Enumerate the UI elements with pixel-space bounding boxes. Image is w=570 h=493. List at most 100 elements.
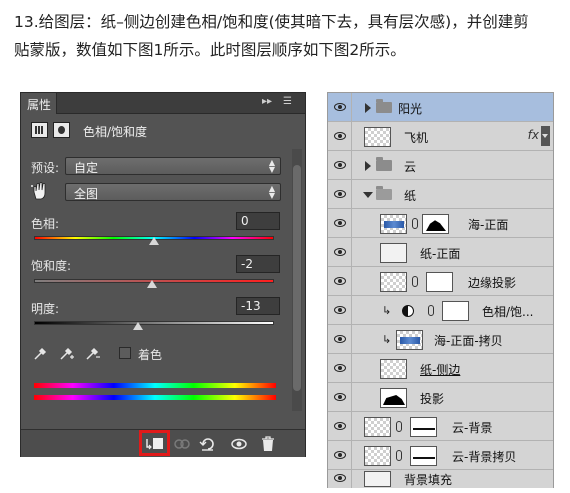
channel-dropdown[interactable]: 全图 ▲ ▼ bbox=[65, 183, 281, 201]
layer-row[interactable]: 纸-侧边 bbox=[328, 354, 553, 383]
eyedropper-icon[interactable] bbox=[33, 345, 49, 361]
layer-row[interactable]: 云-背景 bbox=[328, 412, 553, 441]
layer-row[interactable]: 纸 bbox=[328, 180, 553, 209]
eyedropper-add-icon[interactable] bbox=[59, 345, 75, 361]
visibility-toggle[interactable] bbox=[328, 209, 352, 237]
fx-icon[interactable]: fx bbox=[528, 128, 539, 142]
hue-slider-thumb[interactable] bbox=[149, 237, 159, 245]
layer-thumbnail bbox=[396, 330, 423, 350]
eye-icon bbox=[334, 474, 346, 482]
folder-icon bbox=[376, 157, 392, 171]
saturation-input[interactable]: -2 bbox=[236, 255, 280, 273]
visibility-toggle[interactable] bbox=[328, 267, 352, 295]
expand-arrow-icon[interactable] bbox=[365, 161, 371, 171]
layer-name: 云-背景拷贝 bbox=[452, 450, 517, 464]
link-icon[interactable] bbox=[428, 305, 434, 316]
visibility-toggle[interactable] bbox=[328, 383, 352, 411]
layer-row[interactable]: 飞机 fx bbox=[328, 122, 553, 151]
adjustment-icon[interactable] bbox=[31, 122, 48, 138]
visibility-toggle[interactable] bbox=[328, 180, 352, 208]
layers-panel: 阳光 飞机 fx 云 纸 海-正面 纸-正面 边缘投影 ↳ 色相/饱... ↳ … bbox=[327, 92, 554, 488]
instruction-line-2: 贴蒙版，数值如下图1所示。此时图层顺序如下图2所示。 bbox=[14, 41, 406, 59]
mask-thumbnail bbox=[442, 301, 469, 321]
visibility-toggle[interactable] bbox=[328, 412, 352, 440]
targeted-adjustment-hand-icon[interactable] bbox=[30, 181, 50, 201]
properties-scrollbar[interactable] bbox=[292, 149, 302, 411]
collapse-arrow-icon[interactable] bbox=[363, 192, 373, 198]
layer-name: 云 bbox=[404, 160, 417, 174]
layer-name: 边缘投影 bbox=[468, 276, 517, 290]
visibility-toggle[interactable] bbox=[328, 296, 352, 324]
layer-row[interactable]: ↳ 色相/饱... bbox=[328, 296, 553, 325]
preset-value: 自定 bbox=[74, 161, 99, 175]
hue-saturation-adjustment-icon bbox=[402, 305, 414, 317]
layer-row[interactable]: 云-背景拷贝 bbox=[328, 441, 553, 470]
mask-icon[interactable] bbox=[53, 122, 70, 138]
visibility-toggle[interactable] bbox=[328, 470, 352, 488]
link-icon[interactable] bbox=[396, 450, 402, 461]
link-icon[interactable] bbox=[396, 421, 402, 432]
layer-name: 海-正面-拷贝 bbox=[434, 334, 503, 348]
layer-thumbnail bbox=[364, 127, 391, 147]
layer-row[interactable]: 云 bbox=[328, 151, 553, 180]
preset-dropdown[interactable]: 自定 ▲ ▼ bbox=[65, 157, 281, 175]
visibility-icon[interactable] bbox=[230, 436, 248, 452]
lightness-slider-thumb[interactable] bbox=[133, 322, 144, 330]
mask-thumbnail bbox=[426, 272, 453, 292]
hue-input[interactable]: 0 bbox=[236, 212, 280, 230]
properties-tab-bar: 属性 ▸▸ ☰ bbox=[21, 93, 305, 114]
layer-thumbnail bbox=[380, 388, 407, 408]
trash-icon[interactable] bbox=[259, 436, 277, 452]
layer-row[interactable]: 背景填充 bbox=[328, 470, 553, 488]
link-icon[interactable] bbox=[412, 276, 418, 287]
layer-thumbnail bbox=[364, 446, 391, 466]
layer-thumbnail bbox=[364, 417, 391, 437]
reset-icon[interactable] bbox=[199, 436, 217, 452]
eye-icon bbox=[334, 277, 346, 285]
preset-label: 预设: bbox=[31, 161, 60, 175]
properties-bottom-bar bbox=[21, 429, 305, 457]
layer-row[interactable]: 阳光 bbox=[328, 93, 553, 122]
visibility-toggle[interactable] bbox=[328, 238, 352, 266]
lightness-input[interactable]: -13 bbox=[236, 297, 280, 315]
panel-menu-icon[interactable]: ☰ bbox=[283, 96, 292, 107]
expand-arrow-icon[interactable] bbox=[365, 103, 371, 113]
layer-thumbnail bbox=[380, 272, 407, 292]
hue-label: 色相: bbox=[31, 217, 60, 231]
eye-icon bbox=[334, 219, 346, 227]
layer-name: 海-正面 bbox=[468, 218, 509, 232]
eye-icon bbox=[334, 248, 346, 256]
folder-icon bbox=[376, 99, 392, 113]
layer-name: 飞机 bbox=[404, 131, 429, 145]
eye-icon bbox=[334, 335, 346, 343]
layer-name: 投影 bbox=[420, 392, 445, 406]
colorize-checkbox[interactable] bbox=[119, 347, 131, 359]
visibility-toggle[interactable] bbox=[328, 325, 352, 353]
view-previous-icon[interactable] bbox=[173, 436, 191, 452]
link-icon[interactable] bbox=[412, 218, 418, 229]
layer-row[interactable]: 海-正面 bbox=[328, 209, 553, 238]
layer-row[interactable]: 纸-正面 bbox=[328, 238, 553, 267]
layer-row[interactable]: 边缘投影 bbox=[328, 267, 553, 296]
scrollbar-thumb[interactable] bbox=[293, 165, 301, 391]
eye-icon bbox=[334, 422, 346, 430]
tab-properties[interactable]: 属性 bbox=[21, 93, 57, 114]
layer-name: 色相/饱... bbox=[482, 305, 534, 319]
collapse-panel-icon[interactable]: ▸▸ bbox=[262, 96, 272, 107]
layer-row[interactable]: 投影 bbox=[328, 383, 553, 412]
visibility-toggle[interactable] bbox=[328, 441, 352, 469]
saturation-label: 饱和度: bbox=[31, 259, 72, 273]
layer-row[interactable]: ↳ 海-正面-拷贝 bbox=[328, 325, 553, 354]
visibility-toggle[interactable] bbox=[328, 151, 352, 179]
effects-expand-icon[interactable] bbox=[541, 126, 550, 146]
visibility-toggle[interactable] bbox=[328, 354, 352, 382]
saturation-slider-thumb[interactable] bbox=[146, 280, 157, 288]
clip-to-layer-button[interactable] bbox=[139, 430, 170, 456]
visibility-toggle[interactable] bbox=[328, 93, 352, 121]
eyedropper-subtract-icon[interactable] bbox=[85, 345, 101, 361]
eye-icon bbox=[334, 364, 346, 372]
lightness-slider-track[interactable] bbox=[34, 321, 274, 325]
clipping-arrow-icon: ↳ bbox=[382, 304, 392, 317]
visibility-toggle[interactable] bbox=[328, 122, 352, 150]
dropdown-arrows-icon: ▲ ▼ bbox=[268, 184, 275, 200]
